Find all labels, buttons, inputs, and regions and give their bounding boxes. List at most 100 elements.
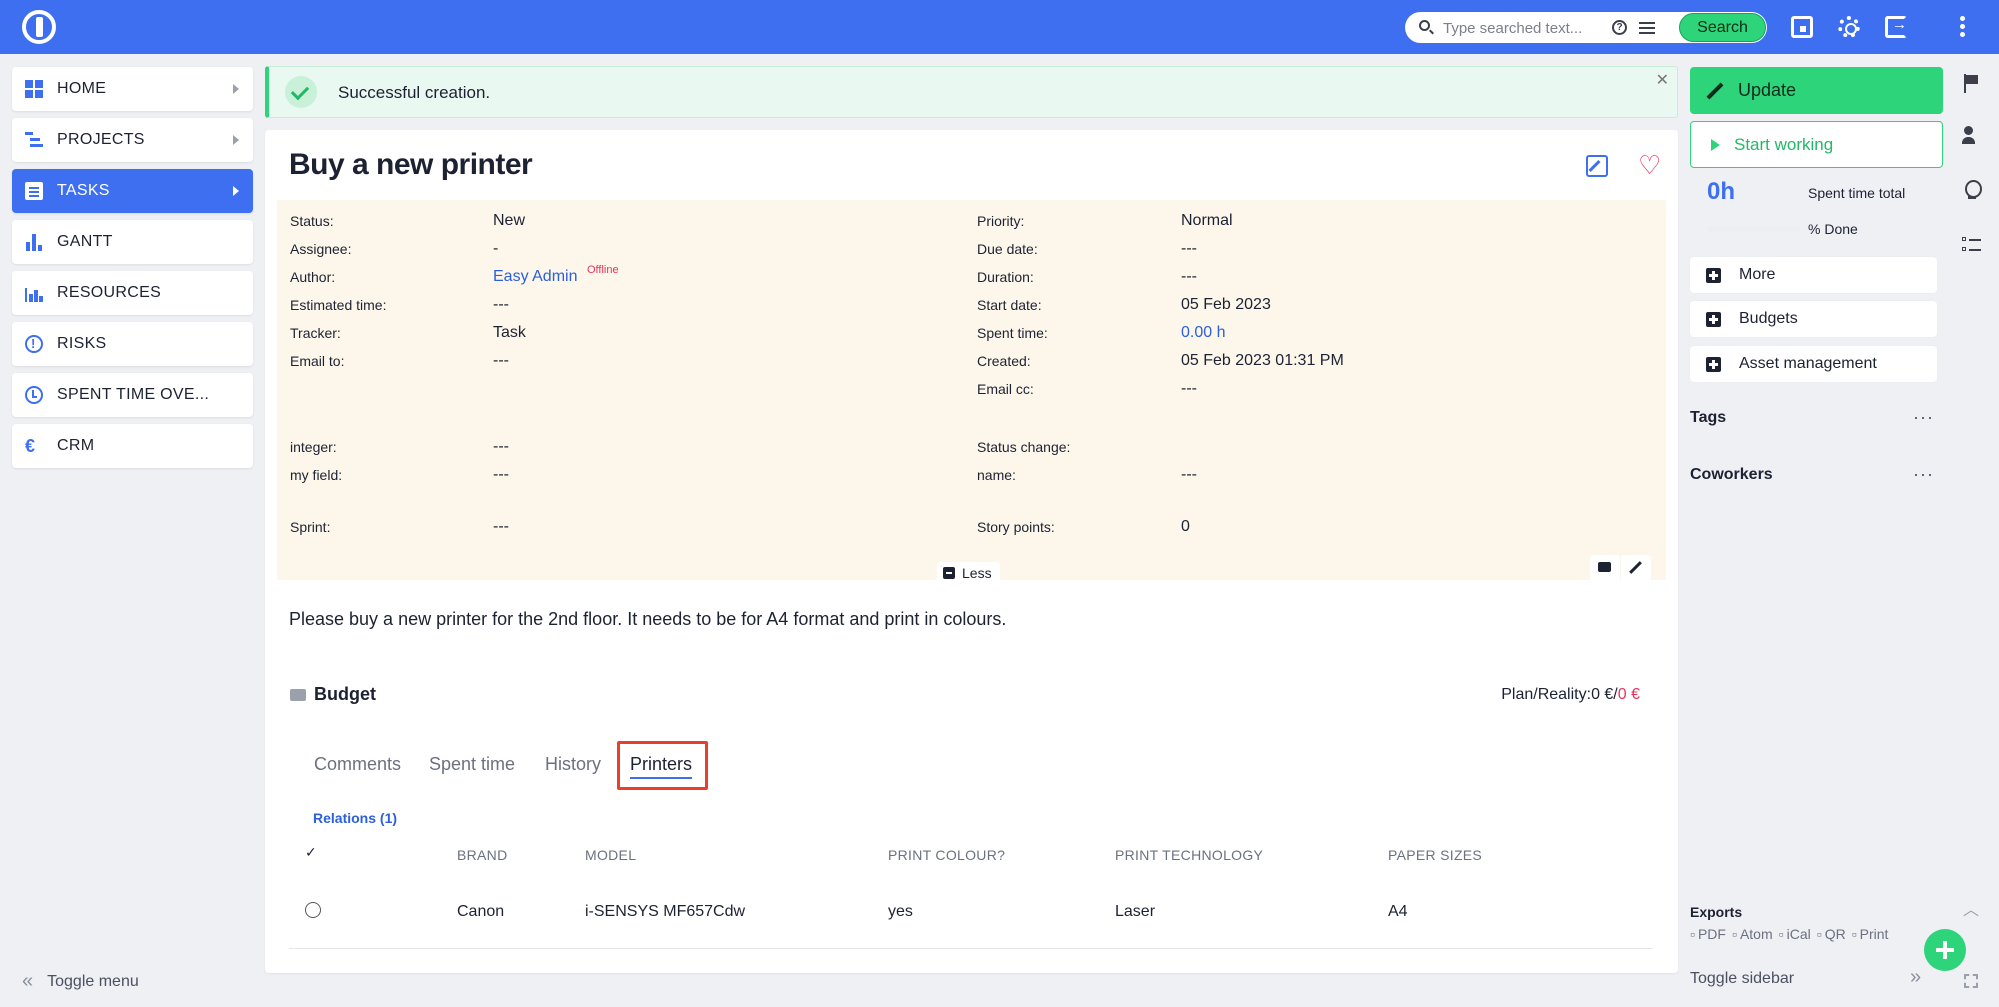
toggle-sidebar-button[interactable]: Toggle sidebar <box>1690 970 1794 988</box>
status-value: New <box>493 212 526 229</box>
toggle-menu-button[interactable]: « Toggle menu <box>22 970 139 993</box>
gear-icon[interactable] <box>1838 16 1860 38</box>
budget-title: Budget <box>314 684 376 704</box>
page-title: Buy a new printer <box>289 148 533 181</box>
play-icon <box>1711 138 1720 151</box>
cell-paper-sizes: A4 <box>1388 903 1408 920</box>
asset-management-label: Asset management <box>1739 355 1877 372</box>
logo-icon[interactable] <box>22 10 56 44</box>
more-section[interactable]: More <box>1690 257 1937 293</box>
tab-spent-time[interactable]: Spent time <box>429 754 515 775</box>
flash-message: Successful creation. <box>338 83 491 102</box>
double-chevron-right-icon[interactable]: » <box>1910 966 1921 989</box>
filter-settings-icon[interactable] <box>1639 20 1655 35</box>
attr-label: Estimated time: <box>290 297 387 313</box>
export-ical-link[interactable]: iCal <box>1779 926 1811 942</box>
export-qr-link[interactable]: QR <box>1817 926 1846 942</box>
user-search-icon[interactable] <box>1962 126 1982 146</box>
attr-label: integer: <box>290 439 337 455</box>
attr-label: Status: <box>290 213 334 229</box>
lightbulb-icon[interactable] <box>1962 180 1982 200</box>
alarm-clock-icon <box>25 386 43 404</box>
export-pdf-link[interactable]: PDF <box>1690 926 1726 942</box>
created-value: 05 Feb 2023 01:31 PM <box>1181 352 1344 369</box>
column-header-brand[interactable]: BRAND <box>457 847 508 863</box>
add-fab-button[interactable] <box>1924 929 1966 971</box>
exports-heading: Exports <box>1690 904 1743 920</box>
help-icon[interactable]: ? <box>1612 20 1627 35</box>
sidebar-item-crm[interactable]: € CRM <box>12 424 253 468</box>
flag-icon[interactable] <box>1962 74 1982 94</box>
search-input[interactable] <box>1443 18 1613 38</box>
column-header-paper-sizes[interactable]: PAPER SIZES <box>1388 847 1482 863</box>
fullscreen-icon[interactable] <box>1964 974 1978 988</box>
export-atom-link[interactable]: Atom <box>1732 926 1773 942</box>
check-all-header[interactable]: ✓ <box>305 844 317 861</box>
start-working-button[interactable]: Start working <box>1690 121 1943 168</box>
tags-menu-icon[interactable]: ··· <box>1913 407 1934 428</box>
calendar-icon[interactable] <box>1791 16 1813 38</box>
comment-icon[interactable] <box>1590 555 1620 583</box>
estimated-time-value: --- <box>493 296 509 313</box>
bar-chart-icon <box>25 284 43 302</box>
chevron-up-icon[interactable]: ︿ <box>1963 896 1979 920</box>
duration-value: --- <box>1181 268 1197 285</box>
column-header-print-technology[interactable]: PRINT TECHNOLOGY <box>1115 847 1263 863</box>
plan-value: 0 €/ <box>1591 686 1618 703</box>
sidebar-item-home[interactable]: HOME <box>12 67 253 111</box>
attr-label: Sprint: <box>290 519 331 535</box>
update-button[interactable]: Update <box>1690 67 1943 114</box>
checklist-icon[interactable] <box>1962 236 1982 256</box>
sidebar-item-label: RISKS <box>57 335 107 352</box>
attr-label: Author: <box>290 269 336 285</box>
done-progress-bar <box>1707 226 1800 232</box>
chevron-right-icon <box>233 186 239 196</box>
search-box: ? Search <box>1405 12 1767 43</box>
less-button[interactable]: Less <box>937 562 1000 584</box>
attr-label: Status change: <box>977 439 1071 455</box>
sidebar-item-label: RESOURCES <box>57 284 162 301</box>
export-print-link[interactable]: Print <box>1852 926 1889 942</box>
edit-icon[interactable] <box>1586 155 1608 177</box>
plus-square-icon <box>1706 356 1721 372</box>
cell-print-colour: yes <box>888 903 913 920</box>
warning-icon <box>25 335 43 353</box>
sidebar-item-tasks[interactable]: TASKS <box>12 169 253 213</box>
attr-label: Assignee: <box>290 241 352 257</box>
dashboard-icon <box>25 80 43 98</box>
sidebar-item-risks[interactable]: RISKS <box>12 322 253 366</box>
row-checkbox[interactable] <box>305 902 321 918</box>
spent-time-link[interactable]: 0.00 h <box>1181 324 1225 342</box>
sidebar-item-resources[interactable]: RESOURCES <box>12 271 253 315</box>
pencil-icon <box>1707 83 1723 99</box>
gantt-chart-icon <box>25 233 43 251</box>
more-menu-icon[interactable] <box>1960 16 1966 38</box>
spent-time-total-label: Spent time total <box>1808 185 1906 201</box>
asset-management-section[interactable]: Asset management <box>1690 346 1937 382</box>
update-label: Update <box>1738 80 1797 100</box>
sidebar-item-projects[interactable]: PROJECTS <box>12 118 253 162</box>
budgets-section[interactable]: Budgets <box>1690 301 1937 337</box>
sidebar-item-gantt[interactable]: GANTT <box>12 220 253 264</box>
attr-label: Start date: <box>977 297 1042 313</box>
relations-link[interactable]: Relations (1) <box>313 810 397 826</box>
coworkers-menu-icon[interactable]: ··· <box>1913 464 1934 485</box>
email-to-value: --- <box>493 352 509 369</box>
column-header-model[interactable]: MODEL <box>585 847 636 863</box>
attr-label: name: <box>977 467 1016 483</box>
sidebar-item-spent-time-overview[interactable]: SPENT TIME OVE... <box>12 373 253 417</box>
tab-comments[interactable]: Comments <box>314 754 401 775</box>
cell-model: i-SENSYS MF657Cdw <box>585 903 746 920</box>
logout-icon[interactable] <box>1885 16 1907 38</box>
author-link[interactable]: Easy Admin <box>493 268 577 286</box>
tab-history[interactable]: History <box>545 754 601 775</box>
euro-icon: € <box>25 436 36 456</box>
close-icon[interactable]: ✕ <box>1656 70 1669 90</box>
heart-icon[interactable]: ♡ <box>1638 152 1661 178</box>
assignee-value: - <box>493 240 499 257</box>
column-header-print-colour[interactable]: PRINT COLOUR? <box>888 847 1005 863</box>
my-field-value: --- <box>493 466 509 483</box>
pencil-icon[interactable] <box>1621 555 1651 583</box>
search-button[interactable]: Search <box>1679 13 1766 42</box>
attr-label: Email cc: <box>977 381 1034 397</box>
